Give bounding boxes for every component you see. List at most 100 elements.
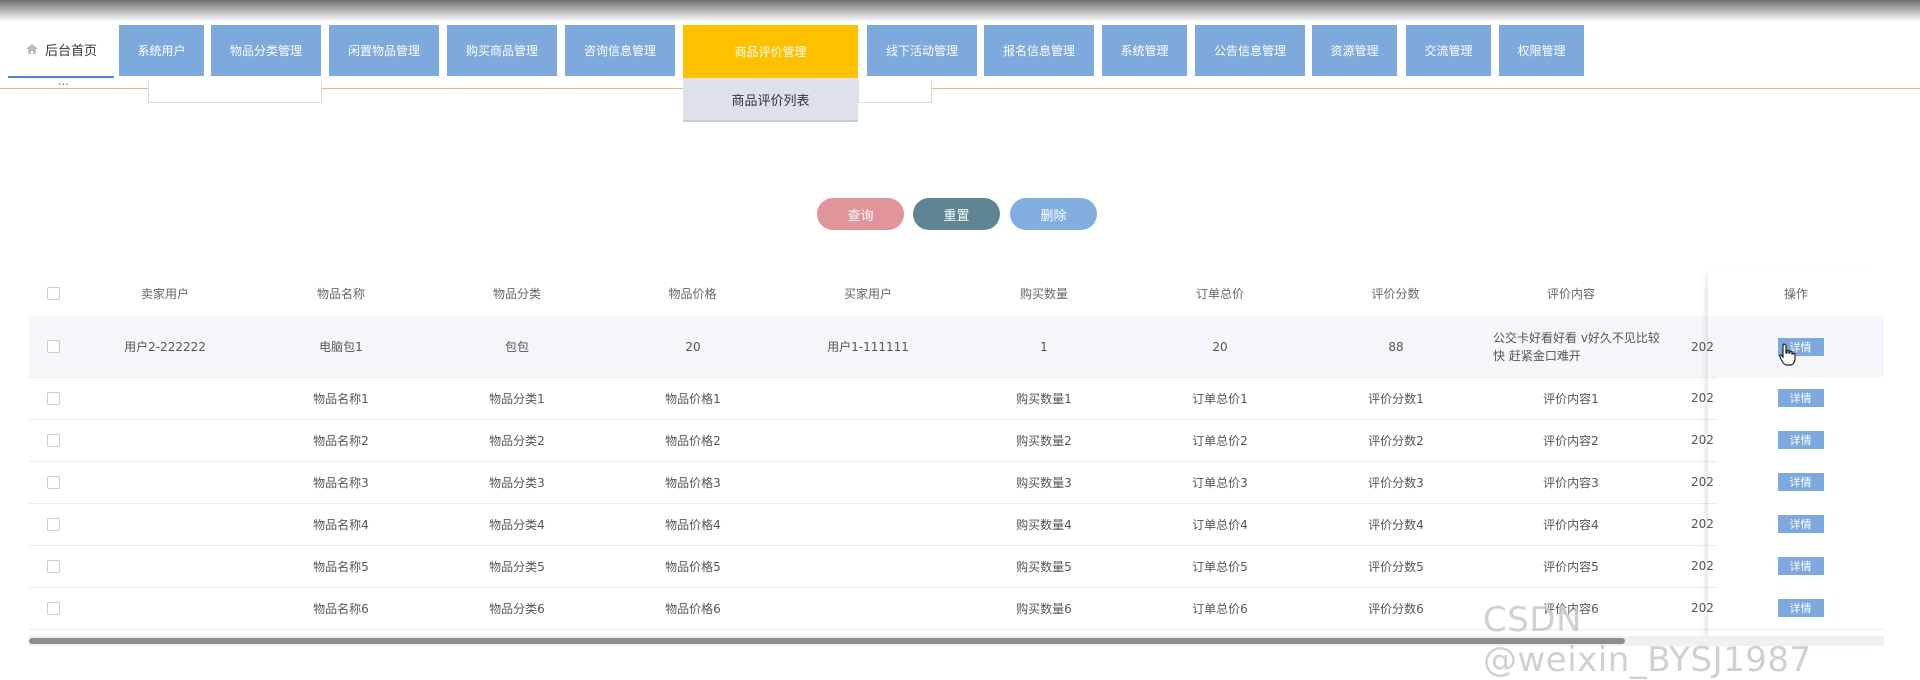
mouse-pointer-icon: [1779, 343, 1796, 366]
cell-category: 物品分类2: [489, 433, 545, 448]
row-checkbox[interactable]: [46, 601, 60, 615]
delete-button[interactable]: 删除: [1010, 198, 1097, 230]
cell-score: 评价分数2: [1368, 433, 1424, 448]
cell-total: 订单总价4: [1192, 517, 1248, 532]
cell-total: 订单总价5: [1192, 559, 1248, 574]
row-select-cell: [29, 419, 77, 461]
top-nav: 后台首页 系统用户 物品分类管理 闲置物品管理 购买商品管理 咨询信息管理 商品…: [0, 22, 1920, 89]
watermark: CSDN @weixin_BYSJ1987: [1483, 600, 1812, 680]
horizontal-scrollbar[interactable]: [29, 638, 1625, 644]
cell-qty: 购买数量1: [1016, 391, 1072, 406]
cell-score: 评价分数6: [1368, 601, 1424, 616]
cell-date: 202: [1691, 559, 1714, 573]
cell-qty: 购买数量6: [1016, 601, 1072, 616]
cell-content: 评价内容3: [1543, 475, 1599, 490]
row-select-cell: [29, 377, 77, 419]
cell-qty: 购买数量2: [1016, 433, 1072, 448]
nav-item-reviews[interactable]: 商品评价管理: [683, 25, 858, 78]
cell-actions: 详情: [1717, 419, 1884, 461]
nav-item-category[interactable]: 物品分类管理: [211, 25, 321, 76]
cell-name: 电脑包1: [319, 340, 363, 354]
nav-item-purchase[interactable]: 购买商品管理: [447, 25, 557, 76]
cell-buyer: [780, 377, 956, 419]
table-row[interactable]: 物品名称5 物品分类5 物品价格5 购买数量5 订单总价5 评价分数5 评价内容5 202 详情: [29, 545, 1884, 588]
cell-price: 物品价格5: [665, 559, 721, 574]
col-content: 评价内容: [1546, 286, 1595, 301]
col-actions: 操作: [1783, 286, 1808, 301]
row-select-cell: [29, 503, 77, 545]
row-checkbox[interactable]: [46, 391, 60, 405]
select-all-checkbox[interactable]: [46, 286, 60, 300]
cell-name: 物品名称5: [313, 559, 369, 574]
col-qty: 购买数量: [1019, 286, 1068, 301]
nav-item-system[interactable]: 系统管理: [1102, 25, 1187, 76]
row-select-cell: [29, 587, 77, 629]
row-select-cell: [29, 316, 77, 377]
cell-name: 物品名称2: [313, 433, 369, 448]
cell-seller: [77, 461, 253, 503]
cell-category: 包包: [504, 340, 529, 354]
cell-date: 202: [1691, 517, 1714, 531]
table-row[interactable]: 物品名称4 物品分类4 物品价格4 购买数量4 订单总价4 评价分数4 评价内容4 202 详情: [29, 503, 1884, 546]
reset-button[interactable]: 重置: [913, 198, 1000, 230]
search-input-1[interactable]: [148, 80, 322, 103]
cell-qty: 购买数量4: [1016, 517, 1072, 532]
dropdown-review-list[interactable]: 商品评价列表: [683, 78, 858, 122]
col-price: 物品价格: [668, 286, 717, 301]
cell-score: 88: [1388, 339, 1404, 354]
row-checkbox[interactable]: [46, 559, 60, 573]
cell-total: 20: [1212, 339, 1228, 354]
row-checkbox[interactable]: [46, 340, 60, 353]
row-checkbox[interactable]: [46, 433, 60, 447]
cell-qty: 1: [1040, 339, 1048, 354]
cell-price: 物品价格6: [665, 601, 721, 616]
top-shadow: [0, 0, 1920, 22]
detail-button[interactable]: 详情: [1777, 557, 1824, 575]
cell-content: 评价内容4: [1543, 517, 1599, 532]
cell-qty: 购买数量5: [1016, 559, 1072, 574]
cell-actions: 详情: [1717, 503, 1884, 545]
col-buyer: 买家用户: [843, 286, 892, 301]
nav-item-system-users[interactable]: 系统用户: [119, 25, 204, 76]
detail-button[interactable]: 详情: [1777, 473, 1824, 491]
detail-button[interactable]: 详情: [1777, 389, 1824, 407]
nav-item-signup[interactable]: 报名信息管理: [984, 25, 1094, 76]
table-row[interactable]: 物品名称2 物品分类2 物品价格2 购买数量2 订单总价2 评价分数2 评价内容2 202 详情: [29, 419, 1884, 462]
search-label: ···: [58, 78, 69, 91]
nav-item-consult[interactable]: 咨询信息管理: [565, 25, 675, 76]
nav-item-resource[interactable]: 资源管理: [1312, 25, 1397, 76]
cell-buyer: [780, 419, 956, 461]
cell-content: 公交卡好看好看 v好久不见比较快 赶紧金口难开: [1493, 330, 1660, 363]
detail-button[interactable]: 详情: [1777, 515, 1824, 533]
nav-item-exchange[interactable]: 交流管理: [1406, 25, 1491, 76]
home-icon: [25, 44, 38, 54]
nav-item-notice[interactable]: 公告信息管理: [1195, 25, 1305, 76]
row-checkbox[interactable]: [46, 475, 60, 489]
table-row[interactable]: 物品名称1 物品分类1 物品价格1 购买数量1 订单总价1 评价分数1 评价内容1 202 详情: [29, 377, 1884, 420]
cell-name: 物品名称6: [313, 601, 369, 616]
search-input-2[interactable]: [858, 80, 932, 103]
cell-total: 订单总价6: [1192, 601, 1248, 616]
cell-actions: 详情: [1717, 316, 1884, 377]
query-button[interactable]: 查询: [817, 198, 904, 230]
detail-button[interactable]: 详情: [1777, 431, 1824, 449]
table-row[interactable]: 物品名称3 物品分类3 物品价格3 购买数量3 订单总价3 评价分数3 评价内容3 202 详情: [29, 461, 1884, 504]
row-checkbox[interactable]: [46, 517, 60, 531]
cell-price: 物品价格1: [665, 391, 721, 406]
select-all-cell: [29, 270, 77, 316]
cell-name: 物品名称1: [313, 391, 369, 406]
nav-home[interactable]: 后台首页: [8, 22, 114, 78]
col-score: 评价分数: [1371, 286, 1420, 301]
cell-buyer: [780, 545, 956, 587]
cell-seller: [77, 377, 253, 419]
table-header: 卖家用户 物品名称 物品分类 物品价格 买家用户 购买数量 订单总价 评价分数 …: [29, 270, 1884, 316]
nav-item-offline-activity[interactable]: 线下活动管理: [867, 25, 977, 76]
nav-item-idle-items[interactable]: 闲置物品管理: [329, 25, 439, 76]
cell-date: 202: [1691, 433, 1714, 447]
col-seller: 卖家用户: [140, 286, 189, 301]
nav-item-permission[interactable]: 权限管理: [1499, 25, 1584, 76]
cell-price: 20: [685, 339, 701, 354]
cell-total: 订单总价1: [1192, 391, 1248, 406]
cell-seller: [77, 587, 253, 629]
table-row[interactable]: 用户2-222222 电脑包1 包包 20 用户1-111111 1 20 88 公交卡好看好看…: [29, 316, 1884, 378]
